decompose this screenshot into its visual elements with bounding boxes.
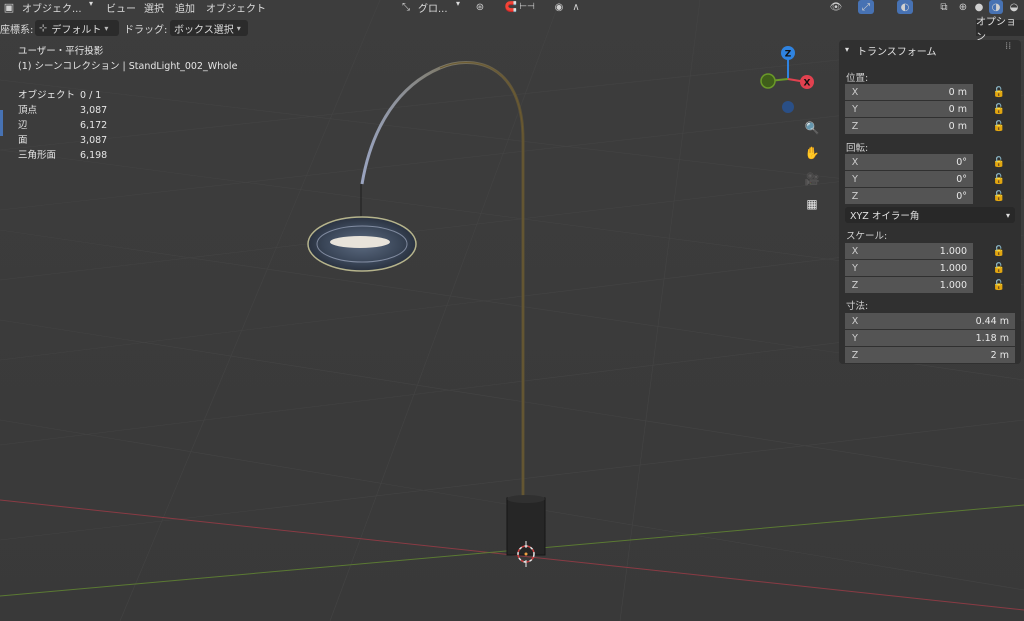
lock-icon[interactable]: 🔓 xyxy=(992,278,1006,292)
stat-value: 3,087 xyxy=(80,105,108,116)
scale-x-field[interactable]: X 1.000 xyxy=(845,243,973,259)
location-z-field[interactable]: Z0 m xyxy=(845,118,973,134)
lock-icon[interactable]: 🔓 xyxy=(992,261,1006,275)
stat-value: 0 / 1 xyxy=(80,90,102,101)
viewport-stats-overlay: ユーザー・平行投影 (1) シーンコレクション | StandLight_002… xyxy=(18,44,237,163)
chevron-down-icon: ▾ xyxy=(236,23,241,33)
dimensions-label: 寸法: xyxy=(846,301,869,312)
stat-row: 面 3,087 xyxy=(18,133,237,148)
collection-line: (1) シーンコレクション | StandLight_002_Whole xyxy=(18,61,238,72)
coord-system-dropdown[interactable]: ⊹ デフォルト ▾ xyxy=(35,20,119,36)
transform-orientation-selector[interactable]: グロ... xyxy=(418,0,448,15)
stat-row: オブジェクト 0 / 1 xyxy=(18,88,237,103)
snap-icon[interactable]: 🧲 xyxy=(503,0,519,14)
toolbar-active-indicator xyxy=(0,110,3,136)
scale-y-field[interactable]: Y 1.000 xyxy=(845,260,973,276)
scale-label: スケール: xyxy=(846,231,888,242)
rotation-label: 回転: xyxy=(846,143,869,154)
stat-value: 6,172 xyxy=(80,120,108,131)
rotation-mode-dropdown[interactable]: XYZ オイラー角 ▾ xyxy=(845,207,1015,223)
coord-system-value: デフォルト xyxy=(51,24,102,36)
stat-value: 6,198 xyxy=(80,150,108,161)
rotation-mode-value: XYZ オイラー角 xyxy=(850,211,920,222)
overlay-toggle-icon[interactable]: ◐ xyxy=(897,0,913,14)
stat-row: 頂点 3,087 xyxy=(18,103,237,118)
scale-z-field[interactable]: Z 1.000 xyxy=(845,277,973,293)
falloff-icon[interactable]: ∧ xyxy=(568,0,584,14)
options-tab[interactable]: オプション xyxy=(976,17,1024,43)
gizmo-y-axis[interactable] xyxy=(760,73,776,89)
stat-row: 三角形面 6,198 xyxy=(18,148,237,163)
chevron-down-icon: ▾ xyxy=(1005,210,1010,220)
rotation-z-field[interactable]: Z 0° xyxy=(845,188,973,204)
snap-increment-icon[interactable]: ⊢⊣ xyxy=(519,0,535,14)
view-name: ユーザー・平行投影 xyxy=(18,46,104,57)
zoom-icon[interactable]: 🔍 xyxy=(801,117,823,139)
proportional-edit-icon[interactable]: ◉ xyxy=(552,0,566,14)
stat-row: 辺 6,172 xyxy=(18,118,237,133)
lock-icon[interactable]: 🔓 xyxy=(992,244,1006,258)
chevron-down-icon: ▾ xyxy=(104,23,109,33)
dimensions-x-field[interactable]: X 0.44 m xyxy=(845,313,1015,329)
coord-system-label: 座標系: xyxy=(0,25,34,36)
stat-label: オブジェクト xyxy=(18,90,76,101)
dimensions-y-field[interactable]: Y 1.18 m xyxy=(845,330,1015,346)
lock-icon[interactable]: 🔓 xyxy=(992,172,1006,186)
visibility-icon[interactable]: 👁 xyxy=(829,0,843,14)
lock-icon[interactable]: 🔓 xyxy=(992,85,1006,99)
pivot-icon: ⊹ xyxy=(39,22,48,34)
stat-label: 面 xyxy=(18,135,28,146)
rotation-x-field[interactable]: X 0° xyxy=(845,154,973,170)
drag-dropdown[interactable]: ボックス選択 ▾ xyxy=(170,20,248,36)
panel-title: トランスフォーム xyxy=(857,47,937,58)
location-label: 位置: xyxy=(846,73,869,84)
gizmo-neg-z-axis[interactable] xyxy=(782,101,794,113)
grid-projection-icon[interactable]: ▦ xyxy=(801,193,823,215)
lock-icon[interactable]: 🔓 xyxy=(992,189,1006,203)
object-mode-icon[interactable]: ▣ xyxy=(2,0,16,14)
solid-shading-icon[interactable]: ● xyxy=(973,0,985,14)
menu-add[interactable]: 追加 xyxy=(175,0,195,15)
gizmo-x-label: X xyxy=(804,79,811,89)
gizmo-toggle-icon[interactable]: ⤢ xyxy=(858,0,874,14)
panel-collapse-icon[interactable]: ▾ xyxy=(845,45,849,54)
lock-icon[interactable]: 🔓 xyxy=(992,119,1006,133)
lock-icon[interactable]: 🔓 xyxy=(992,102,1006,116)
stat-value: 3,087 xyxy=(80,135,108,146)
stat-label: 頂点 xyxy=(18,105,38,116)
pivot-point-icon[interactable]: ⊛ xyxy=(472,0,488,14)
stat-label: 辺 xyxy=(18,120,28,131)
drag-handle-icon[interactable]: ⁞⁞ xyxy=(1005,41,1011,52)
lock-icon[interactable]: 🔓 xyxy=(992,155,1006,169)
pan-hand-icon[interactable]: ✋ xyxy=(801,142,823,164)
mode-chevron-icon: ▾ xyxy=(89,0,94,8)
camera-icon[interactable]: 🎥 xyxy=(801,168,823,190)
rendered-shading-icon[interactable]: ◒ xyxy=(1007,0,1021,14)
drag-value: ボックス選択 xyxy=(174,24,234,36)
wireframe-shading-icon[interactable]: ⊕ xyxy=(957,0,969,14)
orientation-chevron-icon: ▾ xyxy=(456,0,461,8)
xray-icon[interactable]: ⧉ xyxy=(937,0,951,14)
drag-label: ドラッグ: xyxy=(124,25,168,36)
viewport-header: ▣ オブジェク... ▾ ビュー 選択 追加 オブジェクト ⤡ グロ... ▾ … xyxy=(0,0,1024,15)
location-x-field[interactable]: X0 m xyxy=(845,84,973,100)
transform-orientation-icon[interactable]: ⤡ xyxy=(399,0,413,14)
material-shading-icon[interactable]: ◑ xyxy=(989,0,1003,14)
stat-label: 三角形面 xyxy=(18,150,57,161)
rotation-y-field[interactable]: Y 0° xyxy=(845,171,973,187)
sidebar-transform-panel: ▾ トランスフォーム ⁞⁞ 位置: X0 m Y0 m Z0 m 🔓 🔓 🔓 回… xyxy=(839,40,1021,364)
gizmo-z-label: Z xyxy=(785,50,792,60)
mode-selector[interactable]: オブジェク... xyxy=(22,0,82,15)
menu-view[interactable]: ビュー xyxy=(106,0,136,15)
menu-select[interactable]: 選択 xyxy=(144,0,164,15)
location-y-field[interactable]: Y0 m xyxy=(845,101,973,117)
tool-settings-header: 座標系: ⊹ デフォルト ▾ ドラッグ: ボックス選択 ▾ xyxy=(0,18,1024,38)
menu-object[interactable]: オブジェクト xyxy=(206,0,266,15)
dimensions-z-field[interactable]: Z2 m xyxy=(845,347,1015,363)
